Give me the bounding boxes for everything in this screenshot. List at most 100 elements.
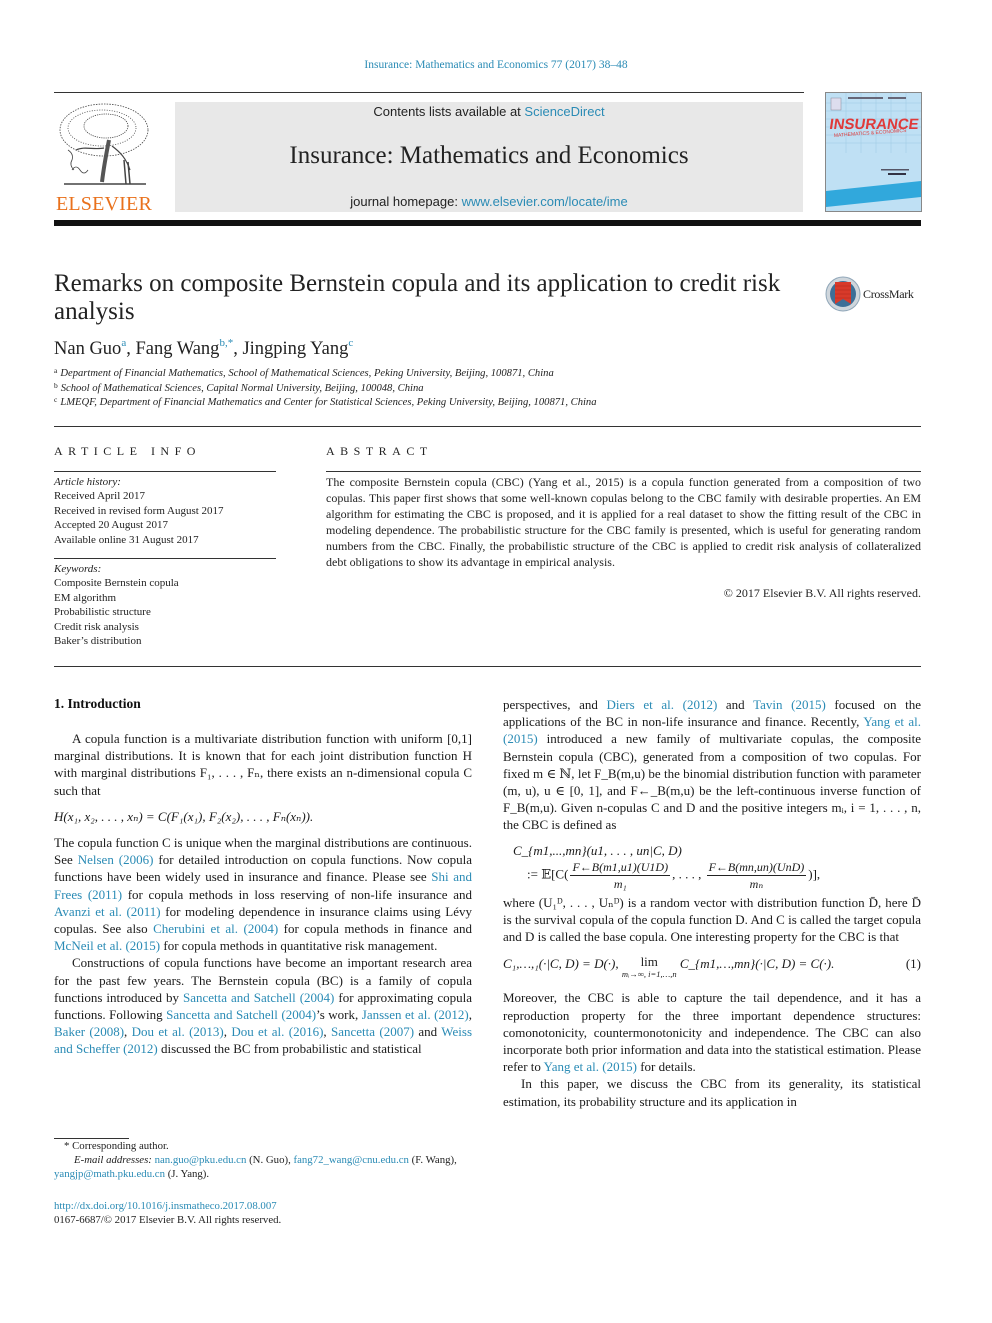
text-run: introduced a new family of multivariate … [503, 731, 921, 833]
citation-link[interactable]: Baker (2008) [54, 1024, 124, 1039]
footnote-rule [54, 1138, 129, 1139]
eq-fraction-numerator: F←B(m1,u1)(U1D) [570, 859, 671, 876]
running-head-citation[interactable]: Insurance: Mathematics and Economics 77 … [0, 59, 992, 71]
keyword-item: Credit risk analysis [54, 620, 139, 633]
email-link[interactable]: nan.guo@pku.edu.cn [155, 1154, 247, 1166]
eq1-lim-word: lim [640, 954, 658, 970]
affiliation-text: Department of Financial Mathematics, Sch… [60, 368, 554, 379]
citation-link[interactable]: Sancetta (2007) [331, 1024, 414, 1039]
eq-suffix: )], [808, 866, 821, 882]
text-run: for copula methods in loss reserving of … [122, 886, 472, 902]
keywords-label: Keywords: [54, 563, 102, 575]
citation-link[interactable]: McNeil et al. (2015) [54, 938, 160, 953]
paragraph: Constructions of copula functions have b… [54, 954, 472, 1057]
front-matter-rule [54, 666, 921, 667]
affiliation-item: a Department of Financial Mathematics, Sc… [54, 367, 597, 382]
citation-link[interactable]: Sancetta and Satchell (2004) [166, 1007, 316, 1022]
journal-homepage-line: journal homepage: www.elsevier.com/locat… [175, 194, 803, 209]
crossmark-label: CrossMark [863, 287, 914, 301]
eq-fraction: F←B(m1,u1)(U1D) m₁ [570, 859, 671, 892]
section-heading-introduction: 1. Introduction [54, 696, 141, 711]
eq-fraction-numerator: F←B(mn,un)(UnD) [706, 859, 807, 876]
text-run: , [323, 1024, 332, 1040]
asterisk-marker: * [64, 1140, 73, 1152]
elsevier-wordmark: ELSEVIER [55, 193, 153, 215]
affiliation-item: c LMEQF, Department of Financial Mathemat… [54, 396, 597, 411]
journal-masthead: Contents lists available at ScienceDirec… [175, 102, 803, 212]
author-name: Fang Wang [135, 339, 220, 359]
journal-homepage-link[interactable]: www.elsevier.com/locate/ime [462, 194, 628, 209]
equation-cbc-rhs: := 𝔼[C(F←B(m1,u1)(U1D) m₁, . . . , F←B(mn… [527, 859, 921, 892]
eq-fraction-denominator: m₁ [613, 876, 627, 891]
keyword-item: Baker’s distribution [54, 635, 142, 648]
affiliation-mark: c [54, 395, 58, 404]
citation-link[interactable]: Dou et al. (2013) [132, 1024, 224, 1039]
text-run: ’s work, [316, 1007, 362, 1023]
author-name: Jingping Yang [242, 339, 349, 359]
text-run: discussed the BC from probabilistic and … [157, 1041, 422, 1057]
citation-link[interactable]: Avanzi et al. (2011) [54, 904, 161, 919]
email-label: E-mail addresses: [74, 1153, 155, 1166]
body-column-left: A copula function is a multivariate dist… [54, 730, 472, 1058]
affiliation-text: School of Mathematical Sciences, Capital… [60, 382, 424, 394]
email-link[interactable]: yangjp@math.pku.edu.cn [54, 1168, 165, 1180]
keyword-item: Probabilistic structure [54, 606, 151, 619]
journal-cover-thumbnail[interactable]: INSURANCE MATHEMATICS & ECONOMICS [825, 92, 922, 212]
author-list: Nan Guoa, Fang Wangb,*, Jingping Yangc [54, 337, 353, 360]
affiliation-text: LMEQF, Department of Financial Mathemati… [60, 397, 597, 408]
journal-name: Insurance: Mathematics and Economics [289, 142, 689, 169]
author-affiliation-mark[interactable]: c [348, 337, 353, 349]
article-info-rule [54, 471, 276, 472]
corresponding-author-note: Corresponding author. [72, 1140, 169, 1152]
email-owner: (F. Wang), [408, 1153, 457, 1166]
text-run: for details. [636, 1059, 696, 1075]
text-run: and [414, 1024, 442, 1040]
equation-cbc-definition: C_{m1,...,mn}(u1, . . . , un|C, D) := 𝔼[… [513, 842, 921, 892]
citation-link[interactable]: Nelsen (2006) [78, 852, 154, 867]
issn-rights: 0167-6687/© 2017 Elsevier B.V. All right… [54, 1214, 282, 1226]
paragraph: where (U₁ᴰ, . . . , Uₙᴰ) is a random vec… [503, 894, 921, 945]
keywords: Keywords: Composite Bernstein copula EM … [54, 562, 179, 648]
contents-availability-line: Contents lists available at ScienceDirec… [175, 104, 803, 119]
keyword-item: Composite Bernstein copula [54, 577, 179, 590]
text-run: for copula methods in quantitative risk … [160, 938, 438, 954]
history-item: Available online 31 August 2017 [54, 533, 199, 546]
eq-ellipsis: , . . . , [672, 866, 705, 882]
paragraph: The copula function C is unique when the… [54, 834, 472, 954]
footnotes: * Corresponding author. E-mail addresses… [54, 1140, 472, 1181]
paragraph: Moreover, the CBC is able to capture the… [503, 989, 921, 1075]
citation-link[interactable]: Yang et al. (2015) [544, 1059, 637, 1074]
eq1-left: C₁,…,₁(·|C, D) = D(·), [503, 956, 619, 972]
citation-link[interactable]: Tavin (2015) [753, 697, 826, 712]
text-run: for copula methods in finance and [278, 921, 473, 937]
article-history-label: Article history: [54, 476, 121, 488]
eq1-right: C_{m1,…,mn}(·|C, D) = C(·). [679, 956, 835, 972]
keyword-item: EM algorithm [54, 591, 117, 604]
citation-link[interactable]: Sancetta and Satchell (2004) [183, 990, 334, 1005]
doi-link[interactable]: http://dx.doi.org/10.1016/j.insmatheco.2… [54, 1200, 277, 1212]
footnote-corresponding: * Corresponding author. [54, 1140, 472, 1154]
email-owner: (N. Guo), [246, 1153, 294, 1166]
text-run: perspectives, and [503, 697, 607, 712]
affiliations: a Department of Financial Mathematics, Sc… [54, 367, 597, 411]
body-column-right: perspectives, and Diers et al. (2012) an… [503, 696, 921, 1110]
history-item: Accepted 20 August 2017 [54, 519, 168, 532]
citation-link[interactable]: Cherubini et al. (2004) [153, 921, 278, 936]
author-affiliation-mark[interactable]: b,* [219, 337, 233, 349]
title-block-rule [54, 426, 921, 427]
crossmark-button[interactable]: CrossMark [825, 276, 925, 312]
citation-link[interactable]: Janssen et al. (2012) [362, 1007, 469, 1022]
eq1-lim-subscript: mᵢ→∞, i=1,…,n [621, 969, 677, 980]
doi-block: http://dx.doi.org/10.1016/j.insmatheco.2… [54, 1199, 281, 1227]
paragraph: In this paper, we discuss the CBC from i… [503, 1076, 921, 1109]
eq-fraction-denominator: mₙ [749, 876, 764, 891]
sciencedirect-link[interactable]: ScienceDirect [524, 104, 604, 119]
citation-link[interactable]: Diers et al. (2012) [607, 697, 718, 712]
email-link[interactable]: fang72_wang@cnu.edu.cn [293, 1154, 408, 1166]
affiliation-mark: b [54, 380, 58, 390]
citation-link[interactable]: Dou et al. (2016) [231, 1024, 323, 1039]
equation-number: (1) [905, 956, 921, 972]
text-run: and [717, 697, 754, 712]
equation-cbc-lhs: C_{m1,...,mn}(u1, . . . , un|C, D) [513, 842, 682, 858]
paragraph-continued: perspectives, and Diers et al. (2012) an… [503, 696, 921, 834]
